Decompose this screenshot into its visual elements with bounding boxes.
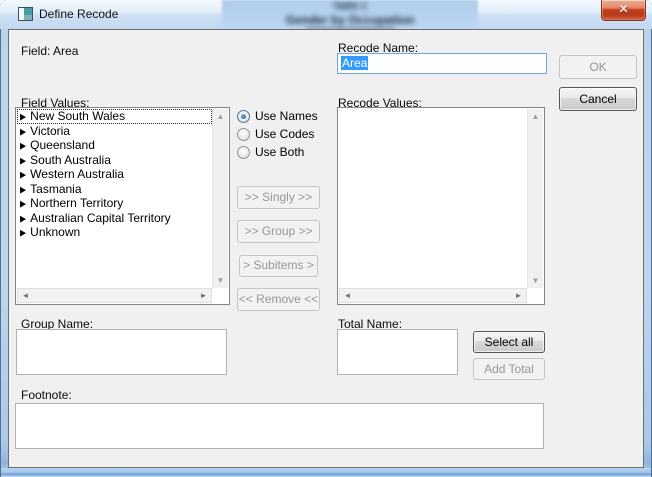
radio-use-codes[interactable]: Use Codes [237,127,314,141]
scroll-up-icon[interactable]: ▲ [528,109,543,124]
radio-label[interactable]: Use Codes [255,127,314,141]
scroll-right-icon[interactable]: ► [196,289,211,302]
recode-name-input[interactable]: Area [337,53,547,74]
item-arrow-icon: ▶ [20,225,26,242]
scroll-down-icon[interactable]: ▼ [213,273,228,288]
radio-button-icon[interactable] [237,110,250,123]
add-total-button[interactable]: Add Total [473,358,545,380]
recode-values-horizontal-scrollbar[interactable]: ◄ ► [339,288,527,303]
cancel-button[interactable]: Cancel [559,87,637,111]
background-window: Table 1 Gender by Occupation [222,0,478,29]
footnote-label: Footnote: [21,388,72,402]
background-window-blurred-subtitle: Gender by Occupation [222,13,478,27]
radio-button-icon[interactable] [237,146,250,159]
radio-button-icon[interactable] [237,128,250,141]
radio-use-both[interactable]: Use Both [237,145,304,159]
field-values-vertical-scrollbar[interactable]: ▲ ▼ [212,109,228,288]
list-item-label: Tasmania [30,182,81,196]
list-item-label: Unknown [30,225,80,239]
field-values-horizontal-scrollbar[interactable]: ◄ ► [17,288,212,303]
list-item-label: Queensland [30,138,95,152]
list-item-label: New South Wales [30,109,125,123]
define-recode-dialog: Table 1 Gender by Occupation Define Reco… [0,0,652,477]
recode-name-selected-text: Area [341,56,368,70]
app-icon[interactable] [18,7,33,21]
scroll-down-icon[interactable]: ▼ [528,273,543,288]
list-item-label: Victoria [30,124,70,138]
field-label: Field: Area [21,44,78,58]
radio-use-names[interactable]: Use Names [237,109,318,123]
list-item[interactable]: ▶ Unknown [17,225,212,240]
list-item-label: South Australia [30,153,111,167]
subitems-button[interactable]: > Subitems > [239,255,318,277]
ok-button[interactable]: OK [559,55,637,79]
recode-values-vertical-scrollbar[interactable]: ▲ ▼ [527,109,543,288]
window-title: Define Recode [39,7,118,21]
list-item-label: Northern Territory [30,196,123,210]
list-item-label: Western Australia [30,167,124,181]
recode-values-list [339,109,527,288]
close-button[interactable]: ✕ [601,0,646,21]
scroll-up-icon[interactable]: ▲ [213,109,228,124]
field-values-listbox[interactable]: ▶New South Wales ▶Victoria ▶Queensland ▶… [15,107,230,305]
window-bottom-edge [1,468,651,477]
scroll-right-icon[interactable]: ► [511,289,526,302]
select-all-button[interactable]: Select all [473,331,545,353]
scroll-left-icon[interactable]: ◄ [18,289,33,302]
title-bar[interactable]: Table 1 Gender by Occupation Define Reco… [0,0,652,29]
list-item-label: Australian Capital Territory [30,211,171,225]
singly-button[interactable]: >> Singly >> [237,186,320,209]
field-values-list: ▶New South Wales ▶Victoria ▶Queensland ▶… [17,109,212,288]
remove-button[interactable]: << Remove << [237,288,320,311]
list-item[interactable]: ▶South Australia [17,153,212,168]
recode-values-listbox[interactable]: ▲ ▼ ◄ ► [337,107,545,305]
total-name-input[interactable] [337,329,458,375]
group-button[interactable]: >> Group >> [237,220,320,243]
scroll-left-icon[interactable]: ◄ [340,289,355,302]
background-window-blurred-title: Table 1 [222,1,478,12]
list-item[interactable]: ▶New South Wales [17,109,212,124]
footnote-input[interactable] [15,403,544,449]
list-item[interactable]: ▶Northern Territory [17,196,212,211]
list-item[interactable]: ▶Queensland [17,138,212,153]
list-item[interactable]: ▶Australian Capital Territory [17,211,212,226]
close-icon: ✕ [618,2,628,16]
group-name-input[interactable] [16,329,227,375]
list-item[interactable]: ▶Tasmania [17,182,212,197]
radio-label[interactable]: Use Both [255,145,304,159]
dialog-body: Field: Area Recode Name: Area OK Cancel … [8,29,644,468]
list-item[interactable]: ▶Western Australia [17,167,212,182]
list-item[interactable]: ▶Victoria [17,124,212,139]
radio-label[interactable]: Use Names [255,109,318,123]
